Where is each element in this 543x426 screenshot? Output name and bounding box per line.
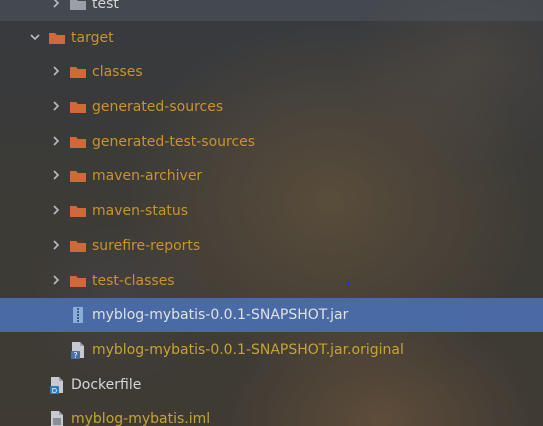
- text-cursor: [347, 281, 349, 285]
- chevron-down-icon[interactable]: [28, 30, 42, 44]
- chevron-right-icon[interactable]: [49, 64, 63, 78]
- tree-item-jar-file[interactable]: myblog-mybatis-0.0.1-SNAPSHOT.jar: [0, 298, 543, 332]
- chevron-right-icon[interactable]: [49, 168, 63, 182]
- tree-item-folder[interactable]: generated-sources: [0, 90, 543, 124]
- tree-item-label: generated-test-sources: [92, 134, 256, 150]
- project-tree-panel: test target classes generated-sources ge…: [0, 0, 543, 426]
- tree-item-label: test: [92, 0, 119, 12]
- svg-text:?: ?: [73, 351, 77, 359]
- tree-item-label: maven-status: [92, 203, 189, 219]
- chevron-right-icon[interactable]: [49, 203, 63, 217]
- chevron-right-icon[interactable]: [49, 273, 63, 287]
- folder-icon: [69, 167, 87, 185]
- tree-item-label: target: [71, 30, 114, 46]
- chevron-right-icon[interactable]: [49, 238, 63, 252]
- tree-item-iml-file[interactable]: myblog-mybatis.iml: [0, 402, 543, 426]
- tree-item-label: classes: [92, 64, 143, 80]
- tree-item-folder[interactable]: generated-test-sources: [0, 125, 543, 159]
- tree-item-folder[interactable]: maven-archiver: [0, 159, 543, 193]
- chevron-right-icon[interactable]: [49, 0, 63, 10]
- svg-text:D: D: [52, 387, 57, 394]
- folder-icon: [69, 133, 87, 151]
- tree-item-test[interactable]: test: [0, 0, 543, 21]
- folder-icon: [48, 29, 66, 47]
- tree-item-label: maven-archiver: [92, 168, 203, 184]
- folder-icon: [69, 272, 87, 290]
- tree-item-label: surefire-reports: [92, 238, 201, 254]
- jar-archive-icon: [69, 306, 87, 324]
- tree-item-folder[interactable]: classes: [0, 55, 543, 89]
- tree-item-jar-original[interactable]: ? myblog-mybatis-0.0.1-SNAPSHOT.jar.orig…: [0, 333, 543, 367]
- tree-item-folder[interactable]: maven-status: [0, 194, 543, 228]
- folder-icon: [69, 98, 87, 116]
- chevron-right-icon[interactable]: [49, 134, 63, 148]
- folder-icon: [69, 202, 87, 220]
- folder-icon: [69, 237, 87, 255]
- tree-item-target[interactable]: target: [0, 21, 543, 55]
- chevron-right-icon[interactable]: [49, 99, 63, 113]
- tree-item-dockerfile[interactable]: D Dockerfile: [0, 368, 543, 402]
- tree-item-label: myblog-mybatis-0.0.1-SNAPSHOT.jar: [92, 307, 349, 323]
- tree-item-label: Dockerfile: [71, 377, 142, 393]
- tree-item-label: generated-sources: [92, 99, 224, 115]
- unknown-file-icon: ?: [69, 341, 87, 359]
- docker-file-icon: D: [48, 376, 66, 394]
- tree-item-label: myblog-mybatis.iml: [71, 411, 211, 426]
- folder-icon: [69, 0, 87, 13]
- tree-item-folder[interactable]: surefire-reports: [0, 229, 543, 263]
- tree-item-label: myblog-mybatis-0.0.1-SNAPSHOT.jar.origin…: [92, 342, 404, 358]
- module-file-icon: [48, 410, 66, 426]
- folder-icon: [69, 63, 87, 81]
- tree-item-folder[interactable]: test-classes: [0, 264, 543, 298]
- tree-item-label: test-classes: [92, 273, 175, 289]
